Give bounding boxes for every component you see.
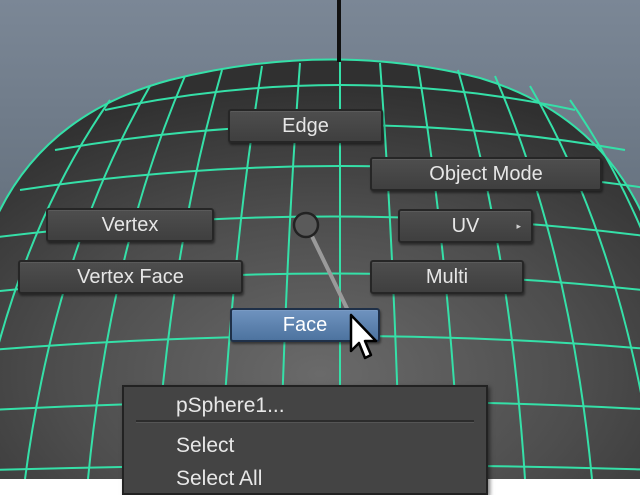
multi-button[interactable]: Multi xyxy=(370,260,524,294)
context-menu-item-select[interactable]: Select xyxy=(176,432,234,460)
vertex-face-button-label: Vertex Face xyxy=(77,266,184,288)
face-button-label: Face xyxy=(282,314,328,336)
object-mode-button-label: Object Mode xyxy=(429,163,543,185)
context-menu-title: pSphere1... xyxy=(176,394,285,417)
edge-button[interactable]: Edge xyxy=(228,109,383,143)
context-menu-separator xyxy=(136,420,474,423)
multi-button-label: Multi xyxy=(425,266,469,288)
uv-button[interactable]: UV ▸ xyxy=(398,209,533,243)
cursor-arrow-icon xyxy=(349,313,378,360)
edge-button-label: Edge xyxy=(282,115,329,137)
marking-menu-center xyxy=(292,211,320,239)
object-mode-button[interactable]: Object Mode xyxy=(370,157,602,191)
submenu-arrow-icon: ▸ xyxy=(516,221,521,231)
uv-button-label: UV xyxy=(451,215,480,237)
vertex-button-label: Vertex xyxy=(101,214,159,236)
context-menu-item-select-all[interactable]: Select All xyxy=(176,465,262,493)
vertex-button[interactable]: Vertex xyxy=(46,208,214,242)
vertex-face-button[interactable]: Vertex Face xyxy=(18,260,243,294)
3d-viewport[interactable]: Edge Object Mode Vertex UV ▸ Vertex Face … xyxy=(0,0,640,495)
